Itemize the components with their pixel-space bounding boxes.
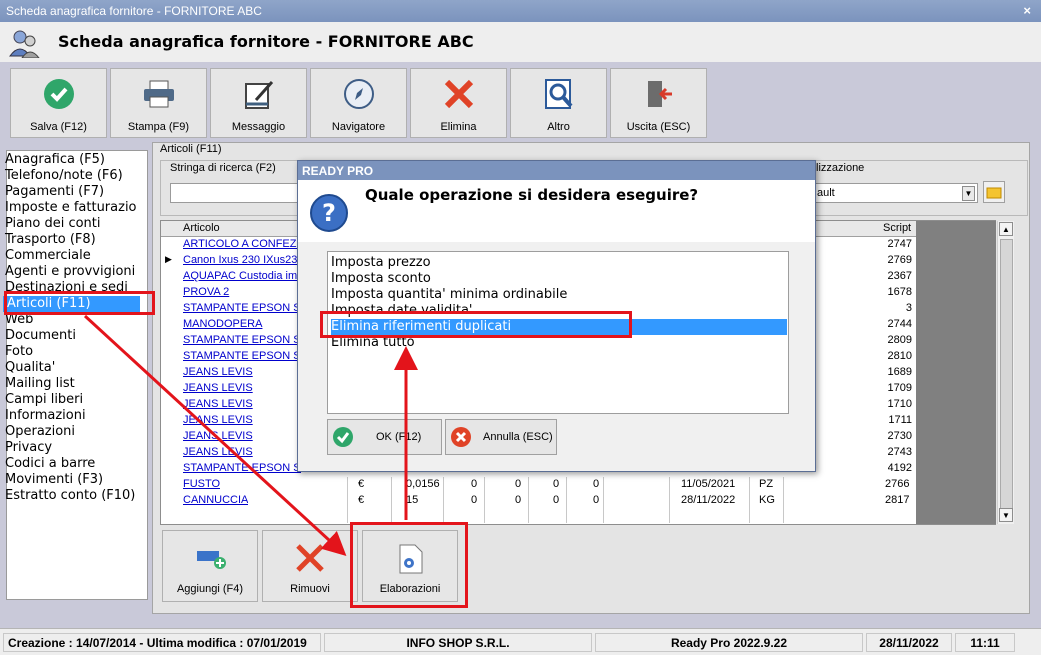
arrow-to-elaborazioni <box>83 314 347 557</box>
annotation-arrows <box>83 314 418 557</box>
